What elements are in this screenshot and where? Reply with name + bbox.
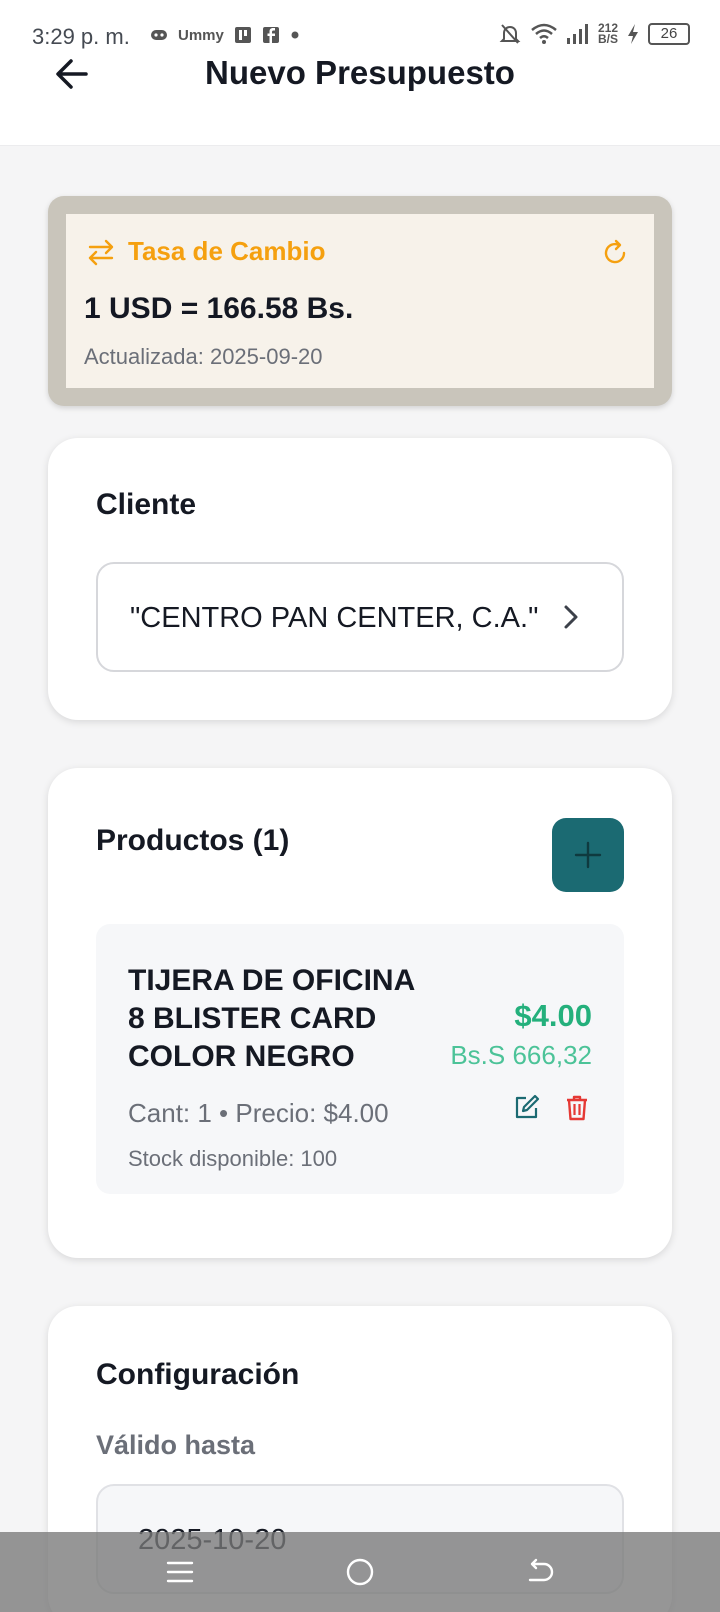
status-time: 3:29 p. m. <box>32 24 130 49</box>
recent-apps-button[interactable] <box>162 1554 198 1590</box>
wifi-icon <box>531 23 557 44</box>
plus-icon <box>574 841 602 869</box>
system-back-button[interactable] <box>522 1554 558 1590</box>
add-product-button[interactable] <box>552 818 624 892</box>
products-card: Productos (1) TIJERA DE OFICINA 8 BLISTE… <box>48 768 672 1258</box>
product-quantity-price: Cant: 1 • Precio: $4.00 <box>128 1098 389 1128</box>
valid-until-label: Válido hasta <box>96 1430 256 1460</box>
chevron-right-icon <box>564 605 578 629</box>
network-speed-unit: B/S <box>597 32 618 46</box>
battery-indicator: 26 <box>648 23 690 45</box>
mute-bell-icon <box>499 24 521 44</box>
facebook-icon <box>262 27 279 43</box>
product-name: TIJERA DE OFICINA 8 BLISTER CARD COLOR N… <box>128 964 415 1073</box>
top-bar: 3:29 p. m. Ummy 212 B/S 26 Nuevo Presupu… <box>0 0 720 146</box>
client-selector[interactable]: "CENTRO PAN CENTER, C.A." <box>96 562 624 672</box>
swap-arrows-icon <box>88 239 114 265</box>
ummy-app-icon: Ummy <box>178 26 224 44</box>
exchange-rate-updated: Actualizada: 2025-09-20 <box>84 344 323 369</box>
refresh-icon <box>604 239 626 264</box>
signal-icon <box>566 24 588 44</box>
dot-indicator-icon <box>291 31 299 39</box>
status-right: 212 B/S 26 <box>498 22 690 46</box>
notification-icons: Ummy <box>150 26 300 44</box>
edit-product-button[interactable] <box>512 1092 542 1122</box>
configuration-section-title: Configuración <box>96 1358 300 1391</box>
back-arrow-icon <box>528 1558 554 1582</box>
system-navigation-bar <box>0 1532 720 1612</box>
product-stock: Stock disponible: 100 <box>128 1146 338 1171</box>
refresh-rate-button[interactable] <box>600 238 630 268</box>
exchange-rate-value: 1 USD = 166.58 Bs. <box>84 292 354 325</box>
edit-icon <box>515 1094 540 1119</box>
page-title: Nuevo Presupuesto <box>205 54 515 91</box>
exchange-rate-title: Tasa de Cambio <box>128 236 326 266</box>
status-bar: 3:29 p. m. Ummy 212 B/S 26 <box>0 18 720 54</box>
product-price-bs: Bs.S 666,32 <box>450 1040 592 1070</box>
client-section-title: Cliente <box>96 488 197 521</box>
exchange-rate-header: Tasa de Cambio <box>86 236 325 267</box>
delete-product-button[interactable] <box>562 1092 592 1122</box>
client-card: Cliente "CENTRO PAN CENTER, C.A." <box>48 438 672 720</box>
home-button[interactable] <box>342 1554 378 1590</box>
home-circle-icon <box>346 1558 374 1586</box>
product-price-usd: $4.00 <box>514 998 592 1033</box>
app-notification-icon <box>234 27 251 43</box>
exchange-rate-card: Tasa de Cambio 1 USD = 166.58 Bs. Actual… <box>48 196 672 406</box>
products-section-title: Productos (1) <box>96 824 290 857</box>
charging-icon <box>628 24 638 44</box>
product-item[interactable]: TIJERA DE OFICINA 8 BLISTER CARD COLOR N… <box>96 924 624 1194</box>
client-name: "CENTRO PAN CENTER, C.A." <box>130 602 539 634</box>
network-speed: 212 B/S <box>597 22 618 46</box>
game-controller-icon <box>151 30 167 40</box>
menu-icon <box>166 1561 194 1583</box>
trash-icon <box>567 1095 587 1121</box>
exchange-rate-panel: Tasa de Cambio 1 USD = 166.58 Bs. Actual… <box>66 214 654 388</box>
